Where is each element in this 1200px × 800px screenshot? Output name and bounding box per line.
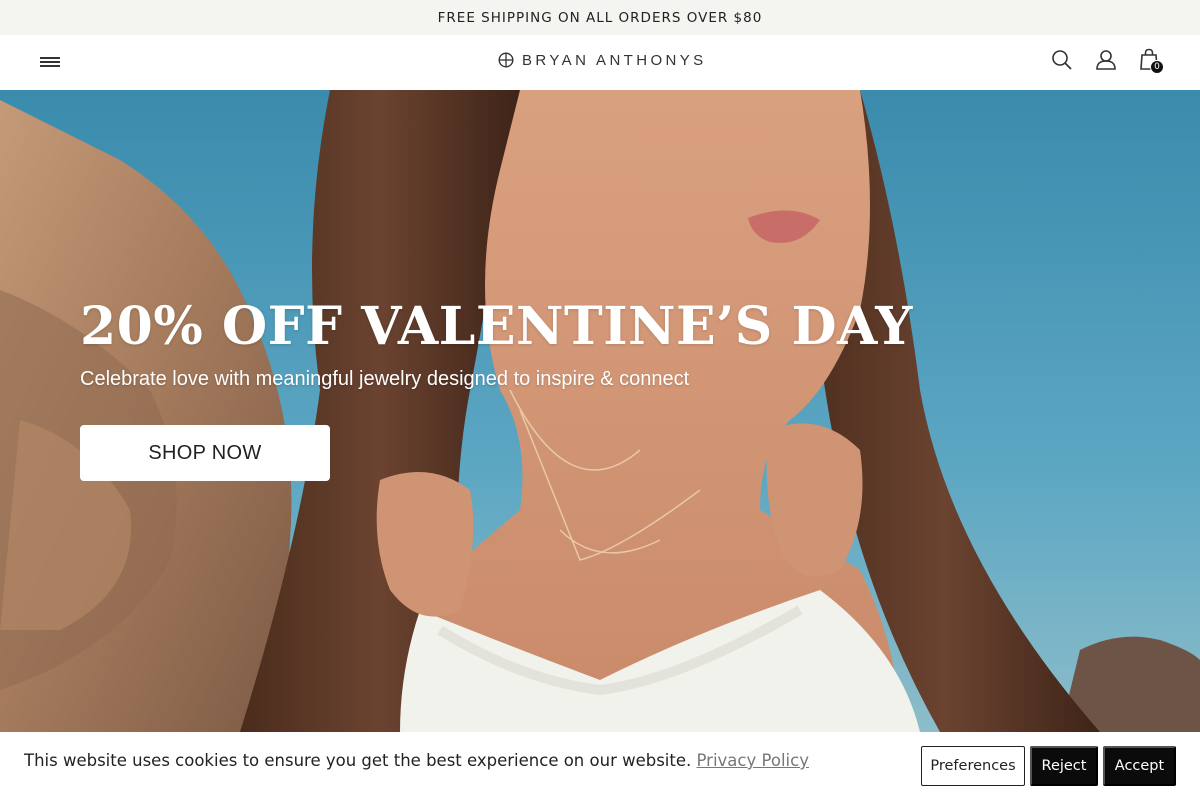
hamburger-menu-icon[interactable] xyxy=(38,52,62,72)
preferences-button[interactable]: Preferences xyxy=(921,746,1025,786)
announcement-bar: FREE SHIPPING ON ALL ORDERS OVER $80 xyxy=(0,0,1200,35)
privacy-policy-link[interactable]: Privacy Policy xyxy=(697,751,809,770)
cookie-banner: This website uses cookies to ensure you … xyxy=(0,732,1200,800)
hero-background-image xyxy=(0,90,1200,732)
user-icon[interactable] xyxy=(1093,47,1119,73)
hero-title: 20% OFF VALENTINE’S DAY xyxy=(80,296,913,357)
cookie-message: This website uses cookies to ensure you … xyxy=(24,751,697,770)
site-logo[interactable]: BRYAN ANTHONYS xyxy=(498,49,707,71)
accept-button[interactable]: Accept xyxy=(1103,746,1176,786)
cart-count-badge: 0 xyxy=(1150,60,1164,74)
reject-button[interactable]: Reject xyxy=(1030,746,1098,786)
logo-text: BRYAN ANTHONYS xyxy=(522,51,707,69)
announcement-text: FREE SHIPPING ON ALL ORDERS OVER $80 xyxy=(437,9,763,26)
site-header: BRYAN ANTHONYS 0 xyxy=(0,35,1200,90)
cookie-message-container: This website uses cookies to ensure you … xyxy=(24,751,809,770)
shop-now-button[interactable]: SHOP NOW xyxy=(80,425,330,481)
shopping-bag-icon[interactable]: 0 xyxy=(1137,47,1164,74)
hero-subtitle: Celebrate love with meaningful jewelry d… xyxy=(80,368,690,390)
search-icon[interactable] xyxy=(1049,47,1075,73)
hero-banner: 20% OFF VALENTINE’S DAY Celebrate love w… xyxy=(0,90,1200,732)
globe-icon xyxy=(498,52,514,68)
